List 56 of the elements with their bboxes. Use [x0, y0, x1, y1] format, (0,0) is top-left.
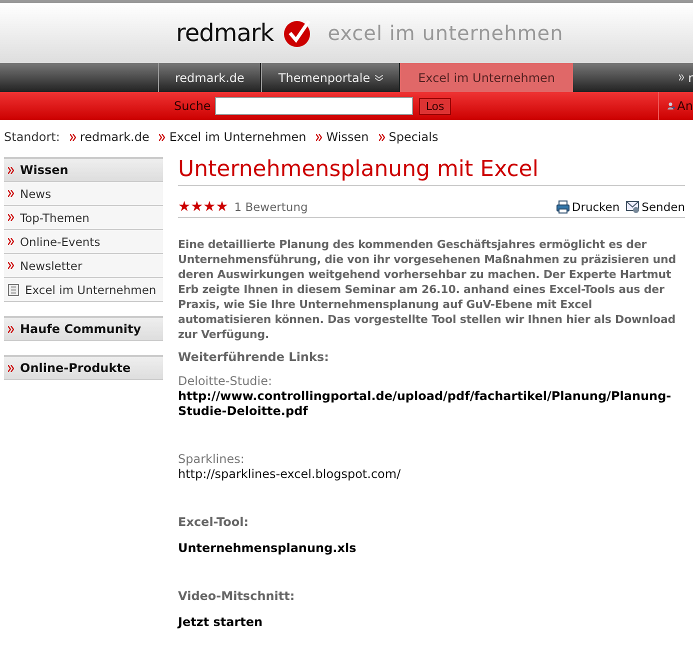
sidebar-item[interactable]: News: [4, 182, 163, 206]
intro-paragraph: Eine detaillierte Planung des kommenden Geschäftsjahres ermöglicht es der Unternehmensführung, die von ihr vorgesehenen Maßnahmen zu präzisieren und deren Auswirkungen weitgehend vorhersehbar zu machen. Der Experte Hartmut Erb zeigte Ihnen in diesem Seminar am 26.10. anhand eines Excel-Tools aus der Praxis, wie Sie Ihre Unternehmensplanung auf GuV-Ebene mit Excel automatisieren können. Das vorgestellte Tool stellen wir Ihnen hier als Download zur Verfügung.: [178, 237, 678, 342]
dropdown-icon: [375, 74, 384, 80]
sidebar-heading[interactable]: Haufe Community: [4, 318, 163, 341]
chevron-icon: [8, 166, 14, 174]
star-icon: ★: [178, 200, 191, 214]
section-label: Sparklines:: [178, 452, 246, 467]
breadcrumb-link[interactable]: Wissen: [326, 130, 369, 144]
search-field[interactable]: [214, 97, 413, 115]
section-link[interactable]: http://sparklines-excel.blogspot.com/: [178, 467, 685, 482]
section-label: Video-Mitschnitt:: [178, 589, 296, 604]
sidebar-item[interactable]: Newsletter: [4, 254, 163, 278]
chevron-icon: [8, 326, 14, 332]
chevron-icon: [8, 214, 14, 221]
printer-icon: [556, 200, 570, 214]
star-rating[interactable]: ★★★★: [178, 200, 228, 214]
links-heading: Weiterführende Links:: [178, 350, 330, 364]
document-icon: [8, 284, 19, 296]
sidebar-item[interactable]: Top-Themen: [4, 206, 163, 230]
section-link[interactable]: Jetzt starten: [178, 615, 685, 630]
sidebar-heading[interactable]: Online-Produkte: [4, 357, 163, 380]
nav-link[interactable]: r: [688, 70, 693, 84]
breadcrumb-link[interactable]: redmark.de: [80, 130, 150, 144]
print-link[interactable]: Drucken: [572, 200, 620, 214]
chevron-icon: [159, 134, 166, 140]
chevron-icon: [70, 134, 76, 140]
chevron-icon: [679, 74, 684, 81]
site-tagline: excel im unternehmen: [328, 21, 564, 45]
brand-logo[interactable]: redmark: [176, 19, 274, 47]
envelope-icon: [626, 200, 640, 214]
star-icon: ★: [216, 200, 228, 214]
search-label: Suche: [174, 99, 211, 113]
section-label: Excel-Tool:: [178, 515, 250, 530]
sidebar-heading[interactable]: Wissen: [4, 159, 163, 182]
article-title: Unternehmensplanung mit Excel: [178, 157, 685, 186]
sidebar-item[interactable]: Online-Events: [4, 230, 163, 254]
chevron-icon: [8, 262, 14, 269]
account-link[interactable]: An: [677, 99, 693, 113]
breadcrumb-label: Standort:: [4, 130, 60, 144]
sidebar-item[interactable]: Excel im Unternehmen: [4, 278, 163, 302]
chevron-icon: [8, 190, 14, 197]
chevron-icon: [378, 134, 385, 140]
star-icon: ★: [203, 200, 216, 214]
nav-tab[interactable]: Excel im Unternehmen: [400, 63, 574, 92]
chevron-icon: [8, 364, 14, 372]
section-link[interactable]: Unternehmensplanung.xls: [178, 541, 685, 556]
breadcrumb-link[interactable]: Excel im Unternehmen: [169, 130, 306, 144]
section-label: Deloitte-Studie:: [178, 374, 274, 389]
chevron-icon: [8, 238, 14, 245]
chevron-icon: [316, 134, 322, 140]
search-button[interactable]: Los: [418, 98, 452, 114]
star-icon: ★: [190, 200, 204, 214]
rating-count: 1 Bewertung: [234, 200, 308, 214]
send-link[interactable]: Senden: [642, 200, 685, 214]
breadcrumb-link[interactable]: Specials: [388, 130, 438, 144]
section-link[interactable]: http://www.controllingportal.de/upload/pdf/fachartikel/Planung/Planung-Studie-Deloitte.pdf: [178, 389, 685, 419]
